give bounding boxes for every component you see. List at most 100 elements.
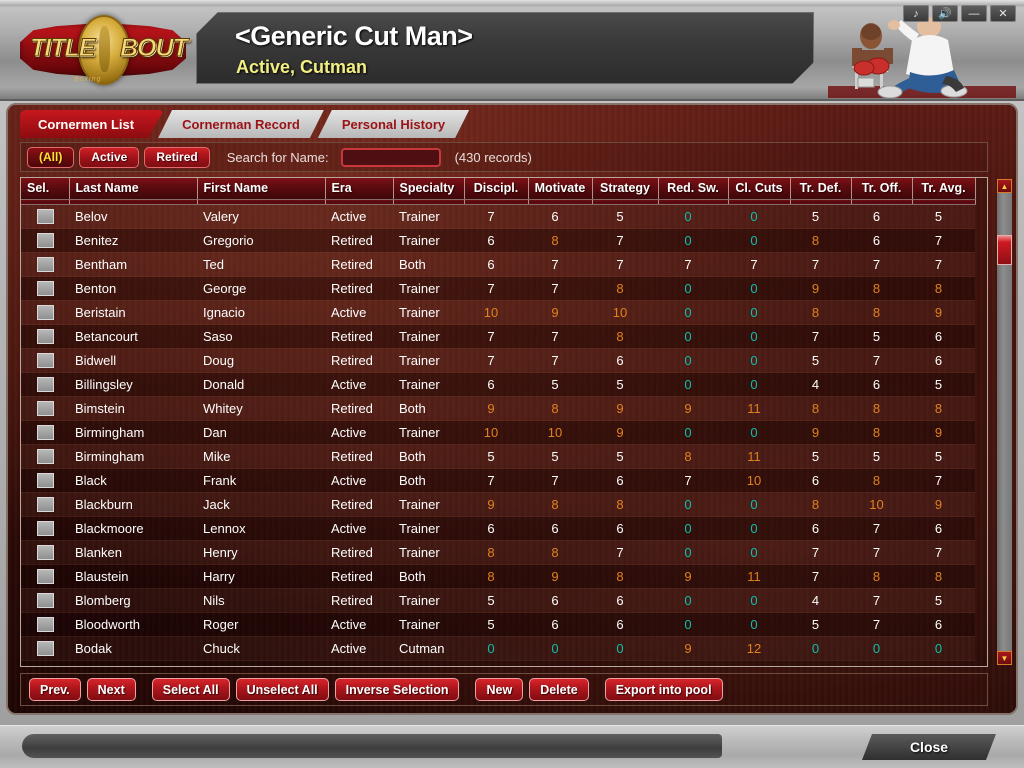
row-select-checkbox[interactable] bbox=[36, 616, 54, 632]
scroll-up-arrow-icon[interactable]: ▲ bbox=[997, 179, 1012, 193]
tab-personal-history[interactable]: Personal History bbox=[318, 110, 469, 138]
table-row[interactable]: Blaustein Harry Retired Both 8 9 8 9 11 7 8 8 bbox=[21, 564, 975, 589]
music-icon[interactable]: ♪ bbox=[903, 5, 929, 22]
cornermen-table-container[interactable]: Sel. Last Name First Name Era Specialty Disci… bbox=[20, 177, 988, 667]
column-header-era[interactable]: Era bbox=[325, 178, 394, 200]
close-button[interactable]: Close bbox=[862, 734, 996, 760]
table-row[interactable]: Beristain Ignacio Active Trainer 10 9 10 0 0 8 8 9 bbox=[21, 300, 975, 325]
column-header-discipl[interactable]: Discipl. bbox=[464, 178, 529, 200]
action-prev-button[interactable]: Prev. bbox=[29, 678, 81, 701]
row-select-checkbox[interactable] bbox=[36, 520, 54, 536]
row-select-checkbox-cell[interactable] bbox=[21, 588, 69, 613]
column-header-first[interactable]: First Name bbox=[197, 178, 326, 200]
table-row[interactable]: Blomberg Nils Retired Trainer 5 6 6 0 0 4 7 5 bbox=[21, 588, 975, 613]
row-select-checkbox-cell[interactable] bbox=[21, 540, 69, 565]
row-select-checkbox[interactable] bbox=[36, 232, 54, 248]
table-row[interactable]: Billingsley Donald Active Trainer 6 5 5 0 0 4 6 5 bbox=[21, 372, 975, 397]
row-select-checkbox-cell[interactable] bbox=[21, 324, 69, 349]
row-select-checkbox-cell[interactable] bbox=[21, 372, 69, 397]
vertical-scrollbar[interactable]: ▲ ▼ bbox=[997, 179, 1012, 665]
scrollbar-track[interactable] bbox=[997, 193, 1012, 651]
row-select-checkbox-cell[interactable] bbox=[21, 444, 69, 469]
column-header-troff[interactable]: Tr. Off. bbox=[851, 178, 913, 200]
row-select-checkbox-cell[interactable] bbox=[21, 612, 69, 637]
row-select-checkbox[interactable] bbox=[36, 304, 54, 320]
row-select-checkbox[interactable] bbox=[36, 496, 54, 512]
row-select-checkbox-cell[interactable] bbox=[21, 276, 69, 301]
action-export-into-pool-button[interactable]: Export into pool bbox=[604, 678, 723, 701]
scrollbar-thumb[interactable] bbox=[997, 235, 1012, 265]
action-delete-button[interactable]: Delete bbox=[529, 678, 589, 701]
row-select-checkbox-cell[interactable] bbox=[21, 420, 69, 445]
row-select-checkbox-cell[interactable] bbox=[21, 396, 69, 421]
table-row[interactable]: Bentham Ted Retired Both 6 7 7 7 7 7 7 7 bbox=[21, 252, 975, 277]
filter-active-button[interactable]: Active bbox=[79, 146, 140, 168]
row-select-checkbox-cell[interactable] bbox=[21, 564, 69, 589]
row-select-checkbox-cell[interactable] bbox=[21, 492, 69, 517]
action-next-button[interactable]: Next bbox=[86, 678, 136, 701]
action-unselect-all-button[interactable]: Unselect All bbox=[235, 678, 329, 701]
table-row[interactable]: Birmingham Mike Retired Both 5 5 5 8 11 5 5 5 bbox=[21, 444, 975, 469]
table-row[interactable]: Bloodworth Roger Active Trainer 5 6 6 0 0 5 7 6 bbox=[21, 612, 975, 637]
row-select-checkbox-cell[interactable] bbox=[21, 516, 69, 541]
table-row[interactable]: Betancourt Saso Retired Trainer 7 7 8 0 0 7 5 6 bbox=[21, 324, 975, 349]
row-select-checkbox[interactable] bbox=[36, 448, 54, 464]
value-clcuts: 0 bbox=[750, 520, 758, 536]
table-row[interactable]: Bidwell Doug Retired Trainer 7 7 6 0 0 5 7 6 bbox=[21, 348, 975, 373]
cell-spec: Trainer bbox=[393, 348, 464, 373]
table-row[interactable]: Bodak Chuck Active Cutman 0 0 0 9 12 0 0 0 bbox=[21, 636, 975, 661]
row-select-checkbox[interactable] bbox=[36, 328, 54, 344]
row-select-checkbox-cell[interactable] bbox=[21, 348, 69, 373]
sound-icon[interactable]: 🔊 bbox=[932, 5, 958, 22]
row-select-checkbox[interactable] bbox=[36, 208, 54, 224]
row-select-checkbox[interactable] bbox=[36, 280, 54, 296]
row-select-checkbox[interactable] bbox=[36, 592, 54, 608]
row-select-checkbox-cell[interactable] bbox=[21, 204, 69, 229]
row-select-checkbox-cell[interactable] bbox=[21, 468, 69, 493]
table-row[interactable]: Belov Valery Active Trainer 7 6 5 0 0 5 6 5 bbox=[21, 204, 975, 229]
minimize-icon[interactable]: — bbox=[961, 5, 987, 22]
action-new-button[interactable]: New bbox=[475, 678, 524, 701]
action-inverse-selection-button[interactable]: Inverse Selection bbox=[334, 678, 460, 701]
row-select-checkbox[interactable] bbox=[36, 568, 54, 584]
row-select-checkbox-cell[interactable] bbox=[21, 300, 69, 325]
row-select-checkbox[interactable] bbox=[36, 400, 54, 416]
table-row[interactable]: Blackmoore Lennox Active Trainer 6 6 6 0 0 6 7 6 bbox=[21, 516, 975, 541]
scroll-down-arrow-icon[interactable]: ▼ bbox=[997, 651, 1012, 665]
cell-strategy: 6 bbox=[592, 612, 658, 637]
row-select-checkbox[interactable] bbox=[36, 640, 54, 656]
action-select-all-button[interactable]: Select All bbox=[151, 678, 230, 701]
column-header-sel[interactable]: Sel. bbox=[21, 178, 70, 200]
row-select-checkbox-cell[interactable] bbox=[21, 252, 69, 277]
column-header-clcuts[interactable]: Cl. Cuts bbox=[728, 178, 791, 200]
row-select-checkbox-cell[interactable] bbox=[21, 228, 69, 253]
cell-motivate: 8 bbox=[528, 228, 592, 253]
table-row[interactable]: Black Frank Active Both 7 7 6 7 10 6 8 7 bbox=[21, 468, 975, 493]
table-row[interactable]: Benitez Gregorio Retired Trainer 6 8 7 0 0 8 6 7 bbox=[21, 228, 975, 253]
row-select-checkbox-cell[interactable] bbox=[21, 636, 69, 661]
table-row[interactable]: Blackburn Jack Retired Trainer 9 8 8 0 0 8 10 9 bbox=[21, 492, 975, 517]
close-icon[interactable]: ✕ bbox=[990, 5, 1016, 22]
column-header-spec[interactable]: Specialty bbox=[393, 178, 465, 200]
table-row[interactable]: Benton George Retired Trainer 7 7 8 0 0 9 8 8 bbox=[21, 276, 975, 301]
column-header-trdef[interactable]: Tr. Def. bbox=[790, 178, 852, 200]
row-select-checkbox[interactable] bbox=[36, 424, 54, 440]
row-select-checkbox[interactable] bbox=[36, 376, 54, 392]
row-select-checkbox[interactable] bbox=[36, 352, 54, 368]
row-select-checkbox[interactable] bbox=[36, 472, 54, 488]
search-input[interactable] bbox=[340, 147, 441, 167]
column-header-strategy[interactable]: Strategy bbox=[592, 178, 659, 200]
row-select-checkbox[interactable] bbox=[36, 544, 54, 560]
column-header-travg[interactable]: Tr. Avg. bbox=[912, 178, 976, 200]
table-row[interactable]: Birmingham Dan Active Trainer 10 10 9 0 0 9 8 9 bbox=[21, 420, 975, 445]
tab-cornermen-list[interactable]: Cornermen List bbox=[20, 110, 164, 138]
filter-all-button[interactable]: (All) bbox=[27, 146, 75, 168]
column-header-last[interactable]: Last Name bbox=[69, 178, 198, 200]
table-row[interactable]: Blanken Henry Retired Trainer 8 8 7 0 0 7 7 7 bbox=[21, 540, 975, 565]
column-header-redsw[interactable]: Red. Sw. bbox=[658, 178, 729, 200]
column-header-motivate[interactable]: Motivate bbox=[528, 178, 593, 200]
filter-retired-button[interactable]: Retired bbox=[144, 146, 210, 168]
row-select-checkbox[interactable] bbox=[36, 256, 54, 272]
table-row[interactable]: Bimstein Whitey Retired Both 9 8 9 9 11 8 8 8 bbox=[21, 396, 975, 421]
tab-cornerman-record[interactable]: Cornerman Record bbox=[158, 110, 324, 138]
